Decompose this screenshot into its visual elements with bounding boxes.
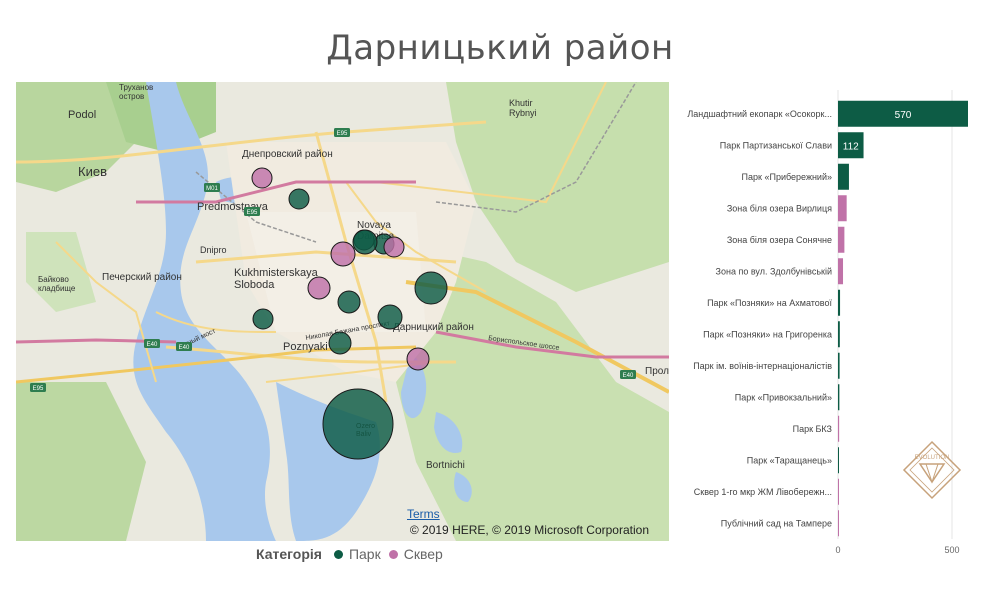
road-badge: M01 (204, 183, 220, 192)
map-place-label: Khutir Rybnyi (509, 98, 537, 118)
map-place-label: Bortnichi (426, 460, 465, 471)
map-place-label: Dnipro (200, 245, 227, 255)
bar-category-label: Парк ім. воїнів-інтернаціоналістів (693, 361, 832, 371)
bar[interactable] (838, 321, 840, 348)
svg-text:E95: E95 (33, 386, 44, 392)
map-place-label: Прол (645, 366, 669, 377)
bar-category-label: Зона по вул. Здолбунівській (716, 266, 832, 276)
bar[interactable] (838, 258, 844, 285)
map-place-label: Podol (68, 109, 96, 121)
bar-category-label: Парк БКЗ (793, 424, 832, 434)
legend-label-square[interactable]: Сквер (404, 546, 443, 562)
map-place-label: Poznyaki (283, 341, 328, 353)
x-tick-label: 0 (835, 545, 840, 555)
bar[interactable] (838, 447, 839, 474)
bar-category-label: Зона біля озера Вирлиця (727, 203, 832, 213)
bar-data-label: 570 (895, 110, 912, 121)
map-canvas[interactable]: PodolКиевТруханов островДнепровский район… (16, 82, 669, 541)
map-copyright: © 2019 HERE, © 2019 Microsoft Corporatio… (409, 523, 649, 537)
map-bubble-park[interactable] (414, 271, 448, 305)
legend: Категорія Парк Сквер (256, 546, 443, 562)
road-badge: E40 (176, 342, 192, 351)
logo-text: EVOLUTION (915, 455, 950, 461)
evolution-logo: EVOLUTION (902, 440, 962, 500)
legend-dot-park (333, 549, 343, 559)
svg-text:E40: E40 (623, 373, 634, 379)
map-bubble-park[interactable] (337, 290, 361, 314)
map-bubble-park[interactable] (328, 331, 352, 355)
map-place-label: Печерский район (102, 272, 182, 283)
map-terms-link[interactable]: Terms (407, 507, 440, 521)
bar[interactable] (838, 195, 847, 222)
svg-text:E95: E95 (337, 131, 348, 137)
bar-data-label: 112 (843, 141, 859, 152)
map-bubble-park[interactable] (288, 188, 310, 210)
map-bubble-square[interactable] (406, 347, 430, 371)
bar[interactable] (838, 289, 841, 316)
map-bubble-square[interactable] (251, 167, 273, 189)
bar[interactable] (838, 478, 839, 505)
road-badge: E95 (334, 128, 350, 137)
bar-category-label: Парк «Прибережний» (742, 172, 832, 182)
bar[interactable] (838, 415, 840, 442)
x-tick-label: 500 (945, 545, 960, 555)
bar-category-label: Зона біля озера Сонячне (727, 235, 832, 245)
map-place-label: Киев (78, 164, 107, 179)
legend-title: Категорія (256, 546, 322, 562)
legend-label-park[interactable]: Парк (349, 546, 381, 562)
map-place-label: Дарницкий район (393, 322, 474, 333)
bar[interactable] (838, 226, 845, 253)
road-badge: E40 (144, 339, 160, 348)
map-bubble-park[interactable] (352, 229, 378, 255)
bar-category-label: Парк Партизанської Слави (720, 140, 832, 150)
bar-category-label: Парк «Позняки» на Григоренка (703, 329, 832, 339)
map-place-label: Днепровский район (242, 149, 333, 160)
bar-category-label: Парк «Таращанець» (747, 455, 832, 465)
bar[interactable] (838, 384, 840, 411)
bar-category-label: Парк «Привокзальний» (735, 392, 832, 402)
map-bubble-square[interactable] (330, 241, 356, 267)
map-bubble-square[interactable] (307, 276, 331, 300)
road-badge: E40 (620, 370, 636, 379)
bar[interactable] (838, 352, 840, 379)
svg-text:E40: E40 (147, 342, 158, 348)
svg-text:M01: M01 (206, 186, 218, 192)
diamond-logo-icon: EVOLUTION (902, 440, 962, 500)
svg-text:E40: E40 (179, 345, 190, 351)
bar[interactable] (838, 510, 839, 537)
road-badge: E95 (244, 207, 260, 216)
map-bubble-square[interactable] (383, 236, 405, 258)
bar-category-label: Ландшафтний екопарк «Осокорк... (687, 109, 832, 119)
map-bubble-park[interactable] (252, 308, 274, 330)
bar-category-label: Публічний сад на Тампере (721, 518, 832, 528)
page-title: Дарницький район (326, 28, 674, 68)
map-bubble-park[interactable] (322, 388, 394, 460)
legend-dot-square (388, 549, 398, 559)
map-visual[interactable]: Podol Киев Труханов остров Днепровский район… (16, 82, 669, 541)
map-bubble-park[interactable] (377, 304, 403, 330)
bar-category-label: Парк «Позняки» на Ахматової (707, 298, 832, 308)
road-badge: E95 (30, 383, 46, 392)
bar[interactable] (838, 163, 849, 190)
svg-text:E95: E95 (247, 210, 258, 216)
bar-category-label: Сквер 1-го мкр ЖМ Лівобережн... (694, 487, 832, 497)
